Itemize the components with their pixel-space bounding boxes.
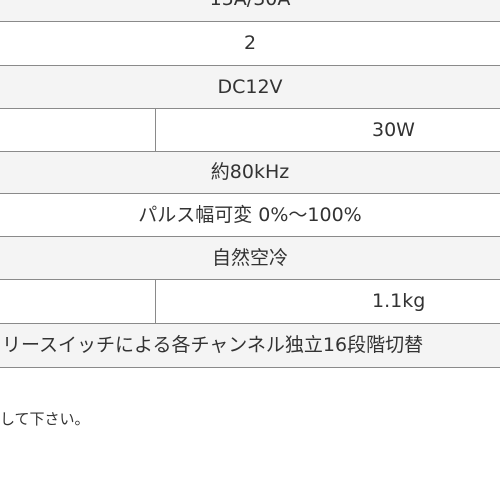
table-row: リースイッチによる各チャンネル独立16段階切替 <box>0 324 500 368</box>
table-row: 約80kHz <box>0 152 500 194</box>
table-cell: 2 <box>0 22 500 65</box>
weight-value: 1.1kg <box>372 290 426 312</box>
table-cell-right: 1.1kg <box>156 280 500 323</box>
table-cell: パルス幅可変 0%～100% <box>0 194 500 236</box>
table-cell: 約80kHz <box>0 152 500 193</box>
supply-voltage-value: DC12V <box>217 75 283 98</box>
footnote-text: して下さい。 <box>0 410 90 428</box>
table-row: パルス幅可変 0%～100% <box>0 194 500 237</box>
table-row: 15A/30A <box>0 0 500 22</box>
table-cell: 自然空冷 <box>0 237 500 279</box>
table-cell: リースイッチによる各チャンネル独立16段階切替 <box>0 324 500 367</box>
spec-table: 15A/30A 2 DC12V 30W 約80kHz パルス幅可変 0%～100… <box>0 0 500 368</box>
table-cell: DC12V <box>0 66 500 108</box>
table-row: 2 <box>0 22 500 66</box>
table-cell-left <box>0 280 156 323</box>
table-cell: 15A/30A <box>0 0 500 21</box>
table-row: 30W <box>0 109 500 152</box>
channel-count-value: 2 <box>243 32 257 54</box>
table-cell-right: 30W <box>156 109 500 151</box>
table-row: DC12V <box>0 66 500 109</box>
table-row: 1.1kg <box>0 280 500 324</box>
table-cell-left <box>0 109 156 151</box>
cooling-value: 自然空冷 <box>211 246 288 269</box>
power-value: 30W <box>372 118 415 141</box>
switch-description-value: リースイッチによる各チャンネル独立16段階切替 <box>2 334 424 356</box>
rated-current-value: 15A/30A <box>210 0 291 9</box>
frequency-value: 約80kHz <box>210 161 290 183</box>
pulse-width-value: パルス幅可変 0%～100% <box>138 203 362 226</box>
table-row: 自然空冷 <box>0 237 500 280</box>
